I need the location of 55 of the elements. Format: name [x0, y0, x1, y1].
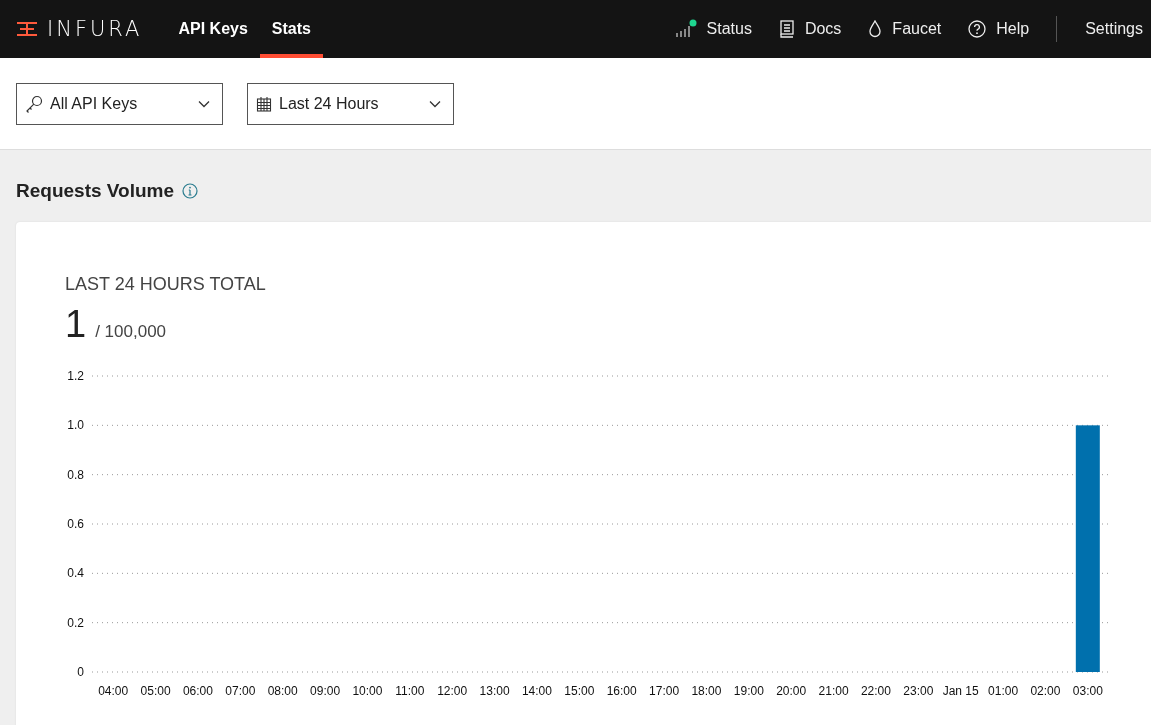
logo-icon [16, 21, 38, 37]
x-tick-label: 20:00 [776, 684, 807, 698]
x-tick-label: 09:00 [310, 684, 341, 698]
y-tick-label: 0.8 [67, 467, 84, 482]
nav-link[interactable]: Docs [778, 20, 842, 38]
droplet-icon [868, 20, 883, 38]
x-tick-label: 02:00 [1030, 684, 1061, 698]
x-tick-label: 10:00 [352, 684, 383, 698]
chevron-down-icon [198, 99, 210, 108]
y-tick-label: 1.2 [67, 369, 84, 383]
x-tick-label: 21:00 [818, 684, 849, 698]
book-icon [778, 20, 795, 38]
y-tick-label: 0 [77, 665, 84, 679]
y-tick-label: 0.4 [67, 566, 84, 581]
x-tick-label: 08:00 [267, 684, 298, 698]
x-tick-label: Jan 15 [942, 684, 979, 698]
x-tick-label: 03:00 [1072, 684, 1103, 698]
x-tick-label: 23:00 [903, 684, 934, 698]
x-tick-label: 15:00 [564, 684, 595, 698]
logo-text: INFURA [47, 17, 143, 41]
help-icon [968, 20, 987, 38]
total-count: 1 [65, 303, 87, 346]
nav-link[interactable]: Status [674, 19, 752, 39]
section-title: Requests Volume [16, 180, 175, 202]
y-tick-label: 0.6 [67, 517, 84, 531]
nav-link[interactable]: Help [968, 20, 1030, 38]
x-tick-label: 16:00 [606, 684, 637, 698]
calendar-icon [256, 95, 272, 112]
x-tick-label: 05:00 [140, 684, 171, 698]
x-tick-label: 11:00 [395, 684, 425, 698]
x-tick-label: 12:00 [437, 684, 468, 698]
x-tick-label: 19:00 [733, 684, 764, 698]
request-limit: / 100,000 [95, 322, 167, 342]
chevron-down-icon [429, 99, 441, 108]
total-label: LAST 24 HOURS TOTAL [64, 274, 267, 295]
x-tick-label: 01:00 [988, 684, 1019, 698]
x-tick-label: 14:00 [521, 684, 552, 698]
filter-dropdown[interactable]: All API Keys [16, 82, 223, 125]
x-tick-label: 22:00 [860, 684, 891, 698]
signal-icon [674, 19, 697, 39]
x-tick-label: 18:00 [691, 684, 722, 698]
key-icon [25, 94, 43, 113]
x-tick-label: 04:00 [98, 684, 129, 698]
info-icon[interactable] [182, 183, 199, 199]
y-tick-label: 0.2 [67, 615, 84, 630]
nav-link[interactable]: Faucet [868, 20, 942, 38]
x-tick-label: 13:00 [479, 684, 510, 698]
x-tick-label: 06:00 [182, 684, 213, 698]
x-tick-label: 17:00 [649, 684, 680, 698]
infura-logo[interactable]: INFURA [16, 17, 143, 41]
y-tick-label: 1.0 [67, 418, 84, 433]
nav-tab[interactable]: API Keys [166, 0, 260, 58]
nav-link[interactable]: Settings [1085, 20, 1143, 38]
filter-dropdown[interactable]: Last 24 Hours [247, 82, 454, 125]
x-tick-label: 07:00 [225, 684, 256, 698]
